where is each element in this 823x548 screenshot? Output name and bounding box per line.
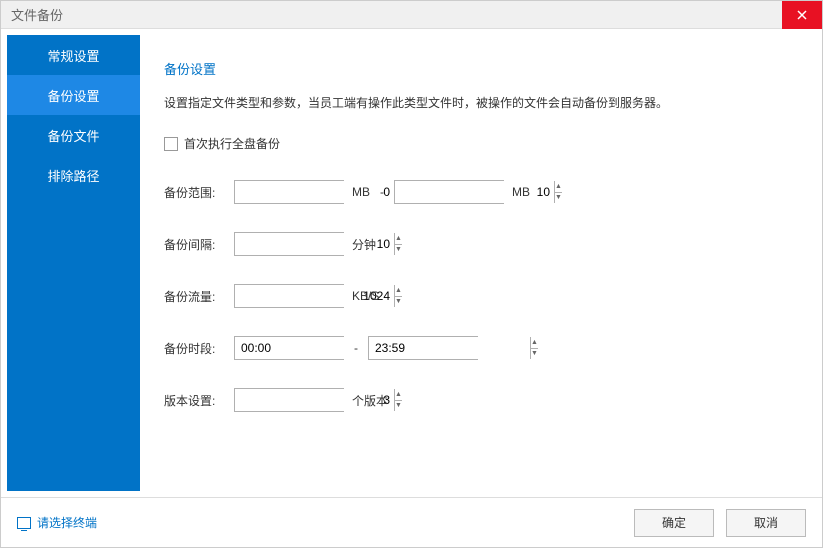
terminal-icon [17, 517, 31, 529]
backup-timespan-to-input[interactable]: ▲ ▼ [368, 336, 478, 360]
cancel-button[interactable]: 取消 [726, 509, 806, 537]
spinner-up-icon[interactable]: ▲ [531, 337, 538, 349]
version-input[interactable]: ▲ ▼ [234, 388, 344, 412]
backup-traffic-row: 备份流量: ▲ ▼ KB/S [164, 284, 792, 308]
checkbox-label: 首次执行全盘备份 [184, 135, 280, 152]
dash: - [380, 185, 384, 199]
button-label: 确定 [662, 514, 686, 531]
titlebar: 文件备份 [1, 1, 822, 29]
backup-timespan-label: 备份时段: [164, 340, 234, 357]
backup-interval-row: 备份间隔: ▲ ▼ 分钟 [164, 232, 792, 256]
spinner: ▲ ▼ [554, 181, 562, 203]
unit-label: MB [352, 185, 370, 199]
footer-buttons: 确定 取消 [634, 509, 806, 537]
unit-label: 分钟 [352, 236, 376, 253]
spinner: ▲ ▼ [394, 233, 402, 255]
spinner-up-icon[interactable]: ▲ [395, 285, 402, 297]
sidebar: 常规设置 备份设置 备份文件 排除路径 [7, 35, 140, 491]
first-run-full-backup-checkbox[interactable] [164, 137, 178, 151]
spinner: ▲ ▼ [394, 389, 402, 411]
spinner-down-icon[interactable]: ▼ [395, 401, 402, 412]
window: 文件备份 常规设置 备份设置 备份文件 排除路径 备份设置 设置指定文件类型和参… [0, 0, 823, 548]
backup-traffic-input[interactable]: ▲ ▼ [234, 284, 344, 308]
backup-range-row: 备份范围: ▲ ▼ MB - ▲ ▼ MB [164, 180, 792, 204]
body: 常规设置 备份设置 备份文件 排除路径 备份设置 设置指定文件类型和参数，当员工… [1, 29, 822, 497]
ok-button[interactable]: 确定 [634, 509, 714, 537]
window-title: 文件备份 [11, 5, 63, 24]
close-button[interactable] [782, 1, 822, 29]
sidebar-item-general[interactable]: 常规设置 [7, 35, 140, 75]
backup-timespan-to-field[interactable] [369, 337, 530, 359]
sidebar-item-label: 常规设置 [47, 46, 99, 65]
spinner: ▲ ▼ [530, 337, 538, 359]
select-terminal-link[interactable]: 请选择终端 [17, 514, 97, 531]
sidebar-item-label: 备份文件 [47, 126, 99, 145]
section-description: 设置指定文件类型和参数，当员工端有操作此类型文件时，被操作的文件会自动备份到服务… [164, 94, 792, 111]
spinner-down-icon[interactable]: ▼ [395, 297, 402, 308]
sidebar-item-backup-settings[interactable]: 备份设置 [7, 75, 140, 115]
sidebar-item-label: 备份设置 [47, 86, 99, 105]
section-title: 备份设置 [164, 59, 792, 78]
backup-range-from-field[interactable] [235, 181, 394, 203]
sidebar-item-exclude-path[interactable]: 排除路径 [7, 155, 140, 195]
close-icon [797, 10, 807, 20]
first-run-full-backup-row: 首次执行全盘备份 [164, 135, 792, 152]
button-label: 取消 [754, 514, 778, 531]
select-terminal-label: 请选择终端 [37, 514, 97, 531]
spinner-down-icon[interactable]: ▼ [395, 245, 402, 256]
backup-range-to-field[interactable] [395, 181, 554, 203]
backup-interval-input[interactable]: ▲ ▼ [234, 232, 344, 256]
spinner-up-icon[interactable]: ▲ [395, 233, 402, 245]
unit-label: MB [512, 185, 530, 199]
spinner: ▲ ▼ [394, 285, 402, 307]
footer: 请选择终端 确定 取消 [1, 497, 822, 547]
backup-timespan-row: 备份时段: ▲ ▼ - ▲ ▼ [164, 336, 792, 360]
main-panel: 备份设置 设置指定文件类型和参数，当员工端有操作此类型文件时，被操作的文件会自动… [140, 35, 816, 491]
sidebar-item-backup-files[interactable]: 备份文件 [7, 115, 140, 155]
sidebar-item-label: 排除路径 [47, 166, 99, 185]
dash: - [354, 341, 358, 355]
unit-label: 个版本 [352, 392, 388, 409]
backup-range-from-input[interactable]: ▲ ▼ [234, 180, 344, 204]
version-label: 版本设置: [164, 392, 234, 409]
backup-traffic-label: 备份流量: [164, 288, 234, 305]
backup-range-label: 备份范围: [164, 184, 234, 201]
backup-range-to-input[interactable]: ▲ ▼ [394, 180, 504, 204]
version-row: 版本设置: ▲ ▼ 个版本 [164, 388, 792, 412]
unit-label: KB/S [352, 289, 379, 303]
spinner-down-icon[interactable]: ▼ [555, 193, 562, 204]
spinner-up-icon[interactable]: ▲ [555, 181, 562, 193]
spinner-up-icon[interactable]: ▲ [395, 389, 402, 401]
backup-timespan-from-input[interactable]: ▲ ▼ [234, 336, 344, 360]
backup-interval-label: 备份间隔: [164, 236, 234, 253]
spinner-down-icon[interactable]: ▼ [531, 349, 538, 360]
